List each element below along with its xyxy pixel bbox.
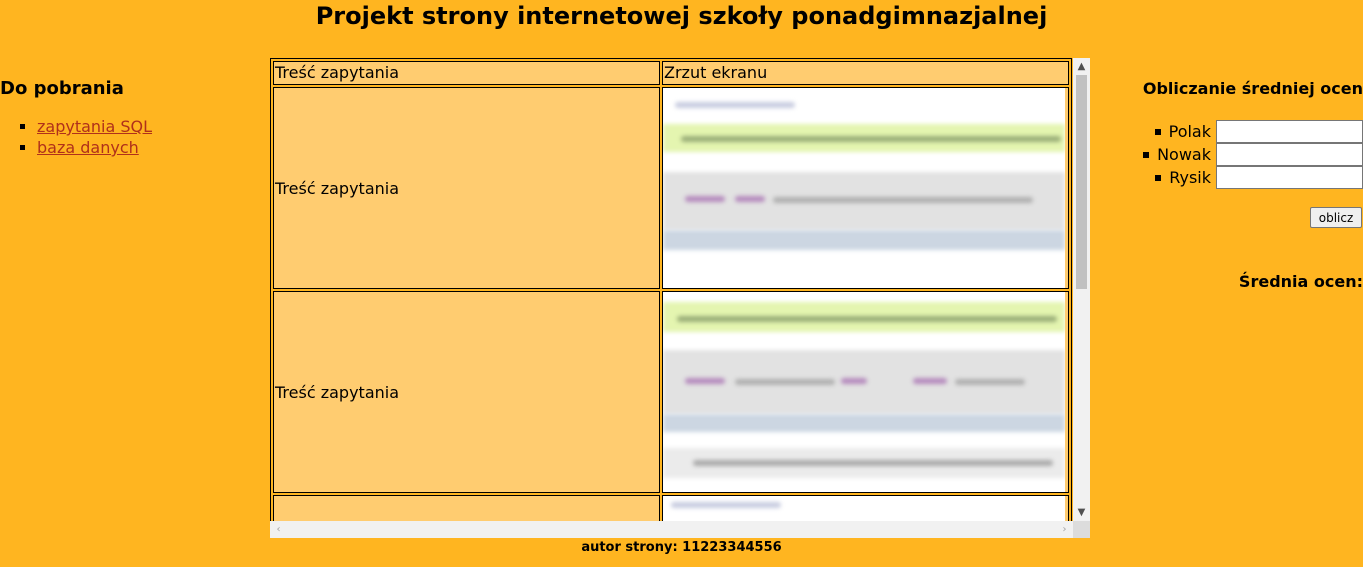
vertical-scroll-thumb[interactable] [1076, 75, 1087, 289]
calculate-button[interactable]: oblicz [1310, 207, 1362, 228]
queries-table: Treść zapytania Zrzut ekranu Treść zapyt… [270, 58, 1072, 521]
database-link[interactable]: baza danych [37, 138, 139, 157]
table-row [273, 495, 1069, 521]
horizontal-scrollbar[interactable]: ‹ › [270, 521, 1073, 538]
column-header-screenshot: Zrzut ekranu [662, 61, 1069, 85]
bullet-icon [1155, 174, 1162, 181]
grade-inputs-list: Polak Nowak Rysik [1143, 120, 1363, 189]
sql-queries-link[interactable]: zapytania SQL [37, 117, 152, 136]
calculator-heading: Obliczanie średniej ocen [1142, 79, 1363, 98]
list-item: baza danych [37, 137, 260, 158]
bullet-icon [1143, 151, 1150, 158]
grade-input-nowak[interactable] [1216, 143, 1363, 166]
scroll-up-icon[interactable]: ▲ [1073, 58, 1090, 75]
screenshot-cell [662, 87, 1069, 289]
scroll-down-icon[interactable]: ▼ [1073, 504, 1090, 521]
column-header-query: Treść zapytania [273, 61, 660, 85]
screenshot-image [663, 88, 1065, 288]
list-item: zapytania SQL [37, 116, 260, 137]
grade-input-rysik[interactable] [1216, 166, 1363, 189]
vertical-scrollbar[interactable]: ▲ ▼ [1073, 58, 1090, 521]
downloads-panel: Do pobrania zapytania SQL baza danych [0, 76, 260, 158]
query-cell: Treść zapytania [273, 291, 660, 493]
list-item: Polak [1143, 120, 1363, 143]
student-name-label: Polak [1168, 122, 1211, 141]
table-header-row: Treść zapytania Zrzut ekranu [273, 61, 1069, 85]
screenshot-image [663, 292, 1065, 492]
queries-frame[interactable]: Treść zapytania Zrzut ekranu Treść zapyt… [270, 58, 1090, 538]
scrollbar-corner [1073, 521, 1090, 538]
downloads-heading: Do pobrania [0, 78, 124, 99]
grade-input-polak[interactable] [1216, 120, 1363, 143]
downloads-list: zapytania SQL baza danych [0, 116, 260, 158]
scroll-left-icon[interactable]: ‹ [270, 521, 287, 538]
list-item: Nowak [1143, 143, 1363, 166]
screenshot-cell [662, 495, 1069, 521]
table-row: Treść zapytania [273, 291, 1069, 493]
page-title: Projekt strony internetowej szkoły ponad… [315, 2, 1048, 30]
footer-author: autor strony: 11223344556 [581, 540, 782, 555]
queries-table-viewport: Treść zapytania Zrzut ekranu Treść zapyt… [270, 58, 1073, 521]
scroll-right-icon[interactable]: › [1056, 521, 1073, 538]
average-result-label: Średnia ocen: [1238, 272, 1363, 291]
student-name-label: Nowak [1157, 145, 1211, 164]
bullet-icon [1154, 128, 1161, 135]
query-cell: Treść zapytania [273, 87, 660, 289]
page: Projekt strony internetowej szkoły ponad… [0, 0, 1363, 567]
table-row: Treść zapytania [273, 87, 1069, 289]
student-name-label: Rysik [1169, 168, 1211, 187]
screenshot-image [663, 496, 1065, 521]
query-cell [273, 495, 660, 521]
screenshot-cell [662, 291, 1069, 493]
list-item: Rysik [1143, 166, 1363, 189]
